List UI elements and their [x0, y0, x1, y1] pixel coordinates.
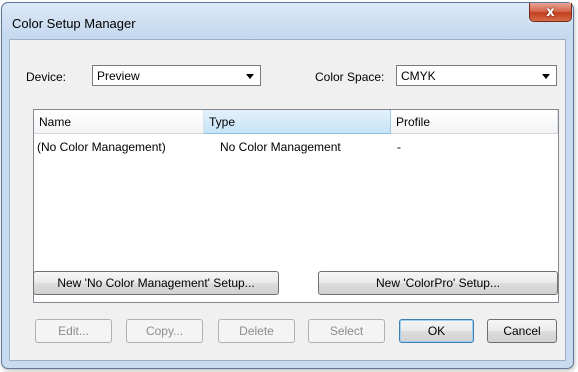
color-setup-manager-window: Color Setup Manager x Device: Preview Co…: [1, 2, 574, 369]
column-header-type[interactable]: Type: [204, 110, 391, 134]
delete-button[interactable]: Delete: [218, 319, 295, 343]
column-header-profile[interactable]: Profile: [391, 110, 558, 134]
select-button[interactable]: Select: [308, 319, 385, 343]
title-bar[interactable]: Color Setup Manager x: [2, 3, 573, 39]
color-space-label: Color Space:: [315, 70, 385, 84]
edit-button[interactable]: Edit...: [35, 319, 112, 343]
new-colorpro-setup-button[interactable]: New 'ColorPro' Setup...: [318, 271, 558, 295]
row-type-cell: No Color Management: [220, 140, 341, 154]
color-space-select[interactable]: CMYK: [396, 65, 557, 86]
copy-button[interactable]: Copy...: [126, 319, 203, 343]
window-title: Color Setup Manager: [12, 16, 136, 31]
new-no-color-management-setup-button[interactable]: New 'No Color Management' Setup...: [33, 271, 279, 295]
device-select[interactable]: Preview: [92, 65, 261, 86]
dialog-body: Device: Preview Color Space: CMYK Name T…: [9, 39, 566, 361]
row-name-cell: (No Color Management): [37, 140, 166, 154]
color-space-select-value: CMYK: [401, 69, 436, 83]
chevron-down-icon: [542, 74, 550, 79]
device-select-value: Preview: [97, 69, 140, 83]
close-button[interactable]: x: [529, 3, 572, 22]
cancel-button[interactable]: Cancel: [487, 319, 557, 343]
close-icon: x: [546, 4, 555, 20]
row-profile-cell: -: [397, 140, 401, 154]
chevron-down-icon: [246, 74, 254, 79]
column-header-name[interactable]: Name: [34, 110, 204, 134]
ok-button[interactable]: OK: [399, 319, 474, 343]
device-label: Device:: [26, 70, 67, 84]
